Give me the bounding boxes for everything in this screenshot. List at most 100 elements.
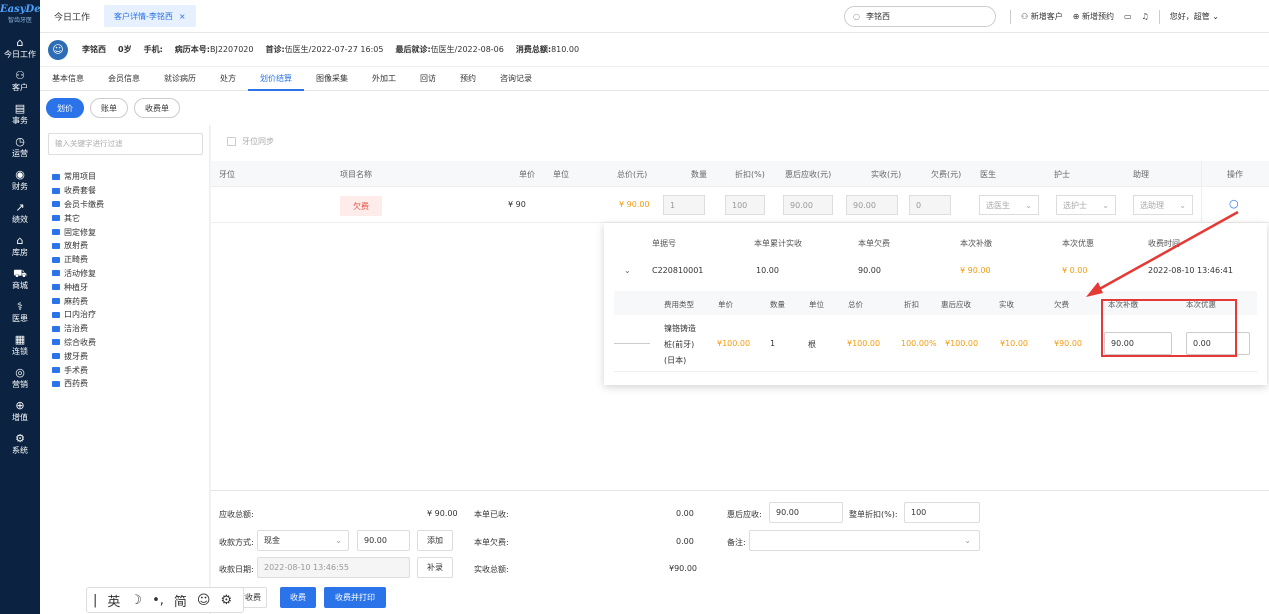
gear-icon[interactable]: ⚙ bbox=[220, 593, 232, 608]
doctor-select[interactable]: 选医生 ⌄ bbox=[979, 195, 1039, 215]
payment-method-select[interactable]: 现金 ⌄ bbox=[257, 530, 349, 551]
user-menu[interactable]: 您好，超管 ⌄ bbox=[1170, 11, 1219, 22]
task-icon: ▤ bbox=[14, 102, 26, 115]
sidebar-item-8[interactable]: ⚕ 医患 bbox=[0, 296, 40, 329]
tree-item-label: 综合收费 bbox=[64, 337, 96, 347]
app-logo[interactable]: EasyDent 智齿牙医 bbox=[0, 0, 52, 32]
supplement-button[interactable]: 补录 bbox=[417, 557, 453, 578]
nurse-select[interactable]: 选护士 ⌄ bbox=[1056, 195, 1116, 215]
tab-1[interactable]: 会员信息 bbox=[96, 67, 152, 91]
tree-item[interactable]: 固定修复 bbox=[52, 225, 104, 239]
sub-col-qty: 数量 bbox=[770, 300, 785, 309]
sidebar-item-label: 连锁 bbox=[12, 347, 28, 356]
item-name-badge: 欠费 bbox=[340, 196, 382, 216]
tab-7[interactable]: 回访 bbox=[408, 67, 448, 91]
ime-handle[interactable]: | bbox=[93, 593, 97, 608]
sidebar-item-7[interactable]: ⛟ 商城 bbox=[0, 263, 40, 296]
col-after: 惠后应收(元) bbox=[785, 170, 832, 179]
tab-0[interactable]: 基本信息 bbox=[40, 67, 96, 91]
subtab-pricing[interactable]: 划价 bbox=[46, 98, 84, 118]
sidebar-item-12[interactable]: ⚙ 系统 bbox=[0, 428, 40, 461]
tree-item[interactable]: 收费套餐 bbox=[52, 184, 104, 198]
method-amount-input[interactable]: 90.00 bbox=[357, 530, 410, 551]
new-appointment-button[interactable]: ⊕ 新增预约 bbox=[1073, 11, 1114, 22]
tab-8[interactable]: 预约 bbox=[448, 67, 488, 91]
table-row: 欠费 ¥ 90 ¥ 90.00 1 100 90.00 90.00 0 选医生 ⌄… bbox=[211, 187, 1269, 223]
tooth-sync-checkbox[interactable]: 牙位同步 bbox=[227, 136, 274, 147]
tree-item[interactable]: 种植牙 bbox=[52, 280, 104, 294]
popup-no: C220810001 bbox=[652, 266, 704, 275]
tab-9[interactable]: 咨询记录 bbox=[488, 67, 544, 91]
filter-input[interactable]: 输入关键字进行过滤 bbox=[48, 133, 203, 155]
sidebar-item-10[interactable]: ◎ 营销 bbox=[0, 362, 40, 395]
date-input[interactable]: 2022-08-10 13:46:55 bbox=[257, 557, 410, 578]
tree-item[interactable]: 拔牙费 bbox=[52, 349, 104, 363]
close-tab-icon[interactable]: × bbox=[179, 12, 186, 21]
sub-unit: 根 bbox=[808, 340, 816, 349]
tree-item[interactable]: 放射费 bbox=[52, 239, 104, 253]
sidebar-item-4[interactable]: ◉ 财务 bbox=[0, 164, 40, 197]
sidebar-item-2[interactable]: ▤ 事务 bbox=[0, 98, 40, 131]
tree-item[interactable]: 会员卡缴费 bbox=[52, 198, 104, 212]
emoji-icon[interactable]: ☺ bbox=[197, 593, 211, 608]
tree-item[interactable]: 口内治疗 bbox=[52, 308, 104, 322]
paid-input[interactable]: 90.00 bbox=[846, 195, 898, 215]
sidebar-item-1[interactable]: ⚇ 客户 bbox=[0, 65, 40, 98]
new-customer-button[interactable]: ⚇ 新增客户 bbox=[1021, 11, 1063, 22]
tree-item[interactable]: 手术费 bbox=[52, 363, 104, 377]
tree-item[interactable]: 其它 bbox=[52, 211, 104, 225]
tab-3[interactable]: 处方 bbox=[208, 67, 248, 91]
remark-select[interactable]: ⌄ bbox=[749, 530, 980, 551]
after-input[interactable]: 90.00 bbox=[783, 195, 833, 215]
expand-chevron-icon[interactable]: ⌄ bbox=[624, 266, 631, 275]
owed-input[interactable]: 0 bbox=[909, 195, 951, 215]
tree-item[interactable]: 正畸费 bbox=[52, 253, 104, 267]
discount-input[interactable]: 100 bbox=[725, 195, 765, 215]
search-input[interactable]: ○ 李铭西 bbox=[844, 6, 996, 27]
tree-item[interactable]: 活动修复 bbox=[52, 267, 104, 281]
top-actions: ⚇ 新增客户 ⊕ 新增预约 ▭ ♫ 您好，超管 ⌄ bbox=[1010, 0, 1219, 33]
tree-item[interactable]: 常用项目 bbox=[52, 170, 104, 184]
charge-button[interactable]: 收费 bbox=[280, 587, 316, 608]
chevron-down-icon: ⌄ bbox=[1102, 200, 1109, 210]
qty-input[interactable]: 1 bbox=[663, 195, 705, 215]
col-nurse: 护士 bbox=[1054, 170, 1070, 179]
assistant-select[interactable]: 选助理 ⌄ bbox=[1133, 195, 1193, 215]
tree-item-label: 常用项目 bbox=[64, 172, 96, 182]
sidebar-item-0[interactable]: ⌂ 今日工作 bbox=[0, 32, 40, 65]
sidebar-item-3[interactable]: ◷ 运营 bbox=[0, 131, 40, 164]
subtab-bill[interactable]: 账单 bbox=[90, 98, 128, 118]
bell-icon[interactable]: ♫ bbox=[1142, 12, 1149, 21]
charge-print-button[interactable]: 收费并打印 bbox=[324, 587, 386, 608]
tree-item[interactable]: 综合收费 bbox=[52, 336, 104, 350]
sidebar-item-9[interactable]: ▦ 连锁 bbox=[0, 329, 40, 362]
tab-2[interactable]: 就诊病历 bbox=[152, 67, 208, 91]
subtab-receipt[interactable]: 收费单 bbox=[134, 98, 180, 118]
message-icon[interactable]: ▭ bbox=[1124, 12, 1132, 21]
tree-item[interactable]: 洁治费 bbox=[52, 322, 104, 336]
tree-item[interactable]: 麻药费 bbox=[52, 294, 104, 308]
moon-icon[interactable]: ☽ bbox=[130, 593, 142, 608]
tree-item-label: 固定修复 bbox=[64, 227, 96, 237]
whole-discount-input[interactable]: 100 bbox=[904, 502, 980, 523]
add-button[interactable]: 添加 bbox=[417, 530, 453, 551]
home-icon: ⌂ bbox=[16, 36, 24, 49]
punctuation-icon[interactable]: •, bbox=[152, 593, 164, 608]
phone-label: 手机: bbox=[143, 45, 163, 54]
tab-4[interactable]: 划价结算 bbox=[248, 67, 304, 91]
sidebar-item-5[interactable]: ↗ 绩效 bbox=[0, 197, 40, 230]
tab-customer-detail[interactable]: 客户详情-李铭西 × bbox=[104, 5, 196, 27]
tab-6[interactable]: 外加工 bbox=[360, 67, 408, 91]
tab-today-work[interactable]: 今日工作 bbox=[40, 10, 104, 23]
after-input[interactable]: 90.00 bbox=[769, 502, 843, 523]
sidebar-item-11[interactable]: ⊕ 增值 bbox=[0, 395, 40, 428]
search-icon[interactable]: ○ bbox=[1229, 197, 1239, 210]
folder-icon bbox=[52, 325, 60, 332]
checkbox[interactable] bbox=[227, 137, 236, 146]
ime-simplified-toggle[interactable]: 简 bbox=[174, 591, 187, 610]
tree-item[interactable]: 西药费 bbox=[52, 377, 104, 391]
popup-owed: 90.00 bbox=[858, 266, 881, 275]
tab-5[interactable]: 图像采集 bbox=[304, 67, 360, 91]
sidebar-item-6[interactable]: ⌂ 库房 bbox=[0, 230, 40, 263]
ime-lang-toggle[interactable]: 英 bbox=[107, 591, 120, 610]
